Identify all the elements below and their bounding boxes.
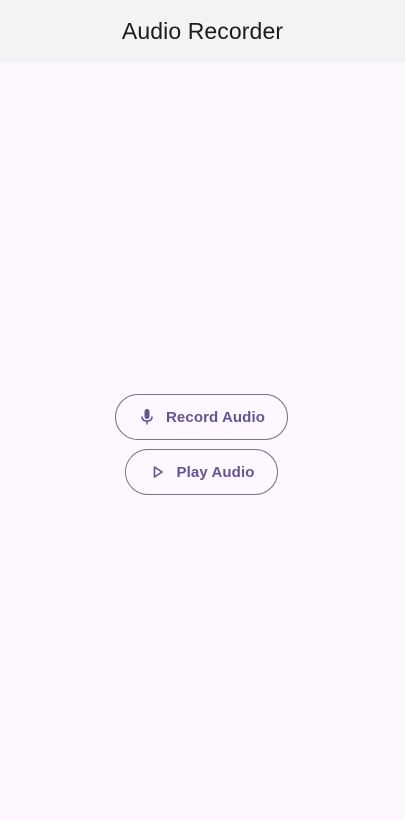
play-audio-label: Play Audio	[176, 463, 255, 481]
app-bar: Audio Recorder	[0, 0, 405, 63]
page-title: Audio Recorder	[121, 17, 284, 44]
mic-icon	[138, 408, 156, 426]
app-screen: Audio Recorder Record Audio Play Audio	[0, 0, 405, 820]
record-audio-label: Record Audio	[166, 408, 265, 426]
record-audio-button[interactable]: Record Audio	[115, 394, 288, 440]
play-audio-button[interactable]: Play Audio	[125, 449, 278, 495]
play-icon	[149, 463, 167, 481]
